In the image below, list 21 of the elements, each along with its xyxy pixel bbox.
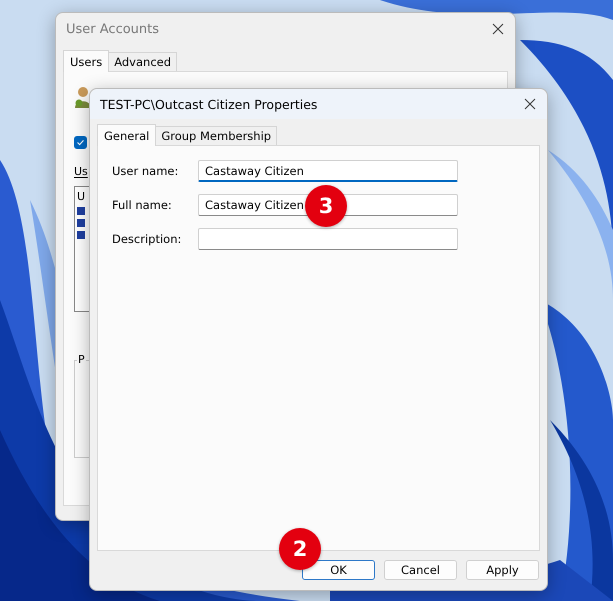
tab[interactable]: General: [97, 124, 156, 146]
dialog-button[interactable]: Cancel: [384, 560, 457, 580]
list-label: Us: [74, 165, 88, 178]
tab[interactable]: Advanced: [108, 52, 178, 71]
field-label: User name:: [112, 164, 180, 178]
field-label: Description:: [112, 232, 182, 246]
checkmark-icon: [75, 137, 86, 148]
dialog-button[interactable]: OK: [302, 560, 375, 580]
column-header: U: [77, 190, 86, 203]
tab[interactable]: Users: [63, 50, 110, 72]
window-title: User Accounts: [66, 22, 160, 36]
group-label: P: [77, 353, 86, 366]
field-label: Full name:: [112, 198, 173, 212]
checkbox[interactable]: [74, 136, 87, 149]
close-icon[interactable]: [523, 97, 537, 111]
close-icon[interactable]: [491, 22, 505, 36]
dialog-button[interactable]: Apply: [466, 560, 539, 580]
dialog-title: TEST-PC\Outcast Citizen Properties: [100, 96, 318, 112]
input-field[interactable]: Castaway Citizen: [198, 160, 458, 182]
input-field[interactable]: [198, 228, 458, 250]
tab[interactable]: Group Membership: [155, 126, 278, 145]
